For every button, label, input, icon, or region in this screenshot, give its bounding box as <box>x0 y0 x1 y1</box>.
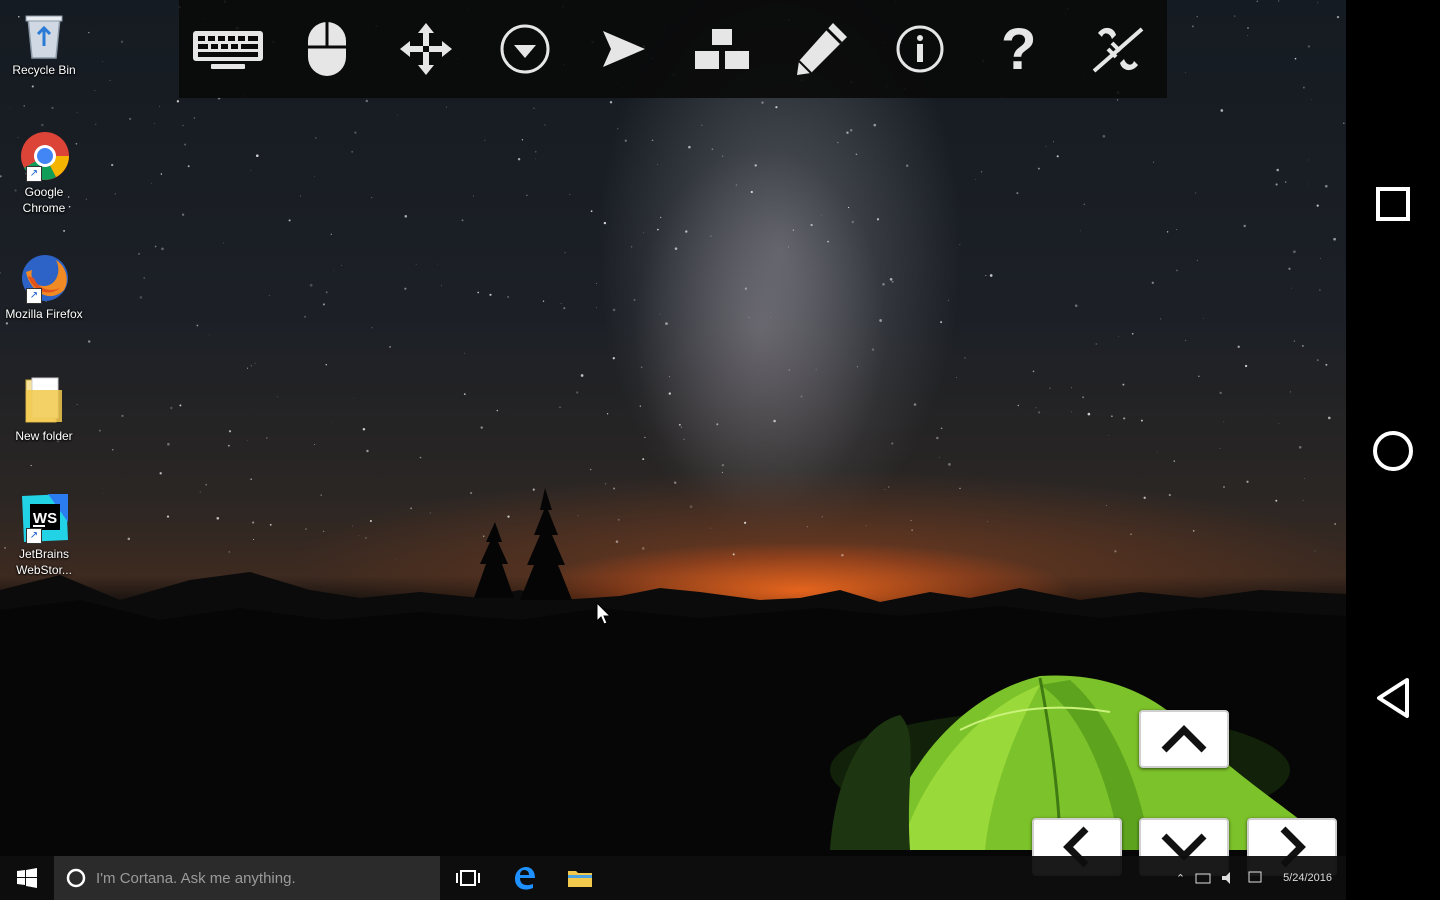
webstorm-icon: WS ↗ <box>18 492 70 544</box>
firefox-icon: ↗ <box>18 252 70 304</box>
windows-logo-icon <box>17 868 37 888</box>
arrow-up-key[interactable] <box>1139 710 1229 768</box>
back-button[interactable] <box>1369 674 1417 722</box>
notification-icon[interactable] <box>1247 870 1263 886</box>
folder-icon <box>18 374 70 426</box>
chrome-icon: ↗ <box>18 130 70 182</box>
mozilla-firefox-label: Mozilla Firefox <box>5 307 83 321</box>
file-explorer-icon <box>568 871 592 887</box>
desktop-icon-new-folder[interactable]: New folder <box>4 374 84 444</box>
mouse-button[interactable] <box>287 9 367 89</box>
network-icon[interactable] <box>1195 871 1211 885</box>
desktop-icon-google-chrome[interactable]: ↗ Google Chrome <box>4 130 84 216</box>
android-nav-bar <box>1346 0 1440 900</box>
volume-icon[interactable] <box>1221 871 1237 885</box>
cortana-search-box[interactable]: I'm Cortana. Ask me anything. <box>54 856 440 900</box>
chevron-up-icon <box>1161 725 1207 753</box>
new-folder-label: New folder <box>15 429 73 443</box>
desktop-icon-recycle-bin[interactable]: Recycle Bin <box>4 8 84 78</box>
mouse-cursor-icon <box>596 602 612 625</box>
webstorm-logo-text: WS <box>33 510 57 527</box>
tray-date[interactable]: 5/24/2016 <box>1283 872 1332 884</box>
jetbrains-webstorm-label: JetBrains WebStor... <box>16 547 72 577</box>
edge-taskbar-button[interactable] <box>496 856 552 900</box>
remote-toolbar: ? <box>179 0 1167 98</box>
keyboard-button[interactable] <box>188 9 268 89</box>
task-view-button[interactable] <box>440 856 496 900</box>
hierarchy-button[interactable] <box>682 9 762 89</box>
desktop-icon-jetbrains-webstorm[interactable]: WS ↗ JetBrains WebStor... <box>4 492 84 578</box>
annotate-button[interactable] <box>781 9 861 89</box>
cortana-placeholder: I'm Cortana. Ask me anything. <box>96 869 296 887</box>
help-button[interactable]: ? <box>979 9 1059 89</box>
pencil-icon <box>797 23 848 75</box>
disconnect-button[interactable] <box>1078 9 1158 89</box>
file-explorer-taskbar-button[interactable] <box>552 856 608 900</box>
dropdown-button[interactable] <box>485 9 565 89</box>
circle-icon <box>1373 431 1413 471</box>
windows-taskbar: I'm Cortana. Ask me anything. ⌃ 5/24/201… <box>0 856 1346 900</box>
disconnect-icon <box>1092 27 1143 73</box>
cortana-circle-icon <box>66 868 86 888</box>
shortcut-arrow-icon: ↗ <box>26 288 42 304</box>
task-view-icon <box>456 870 480 886</box>
shortcut-arrow-icon: ↗ <box>26 166 42 182</box>
send-button[interactable] <box>584 9 664 89</box>
mouse-icon <box>308 22 347 76</box>
move-icon <box>399 23 452 75</box>
send-icon <box>602 31 645 67</box>
remote-desktop[interactable]: Recycle Bin ↗ Google Chrome ↗ Mozilla Fi… <box>0 0 1346 900</box>
google-chrome-label: Google Chrome <box>22 185 66 215</box>
recent-apps-button[interactable] <box>1369 180 1417 228</box>
info-icon <box>896 25 944 73</box>
chevron-up-small-icon[interactable]: ⌃ <box>1176 872 1185 885</box>
square-icon <box>1376 187 1410 221</box>
hierarchy-icon <box>695 29 750 69</box>
edge-icon <box>515 867 535 890</box>
desktop-icon-mozilla-firefox[interactable]: ↗ Mozilla Firefox <box>4 252 84 322</box>
recycle-bin-icon <box>18 8 70 60</box>
keyboard-icon <box>193 31 264 69</box>
home-button[interactable] <box>1369 427 1417 475</box>
recycle-bin-label: Recycle Bin <box>12 63 76 77</box>
system-tray: ⌃ 5/24/2016 <box>1176 856 1332 900</box>
info-button[interactable] <box>880 9 960 89</box>
start-button[interactable] <box>0 856 54 900</box>
move-button[interactable] <box>386 9 466 89</box>
back-triangle-icon <box>1377 678 1409 718</box>
shortcut-arrow-icon: ↗ <box>26 528 42 544</box>
help-icon: ? <box>1001 16 1037 82</box>
dropdown-circle-icon <box>500 24 550 74</box>
